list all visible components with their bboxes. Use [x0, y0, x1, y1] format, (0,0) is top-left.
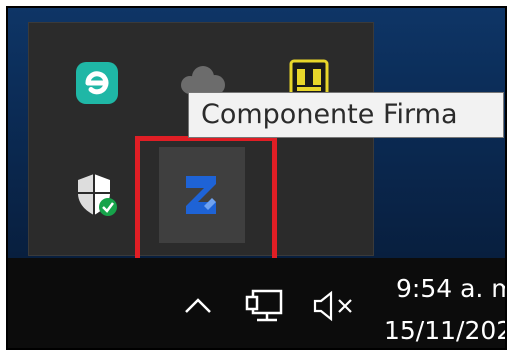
clock-date: 15/11/2022: [384, 316, 505, 345]
chevron-up-icon: [185, 298, 211, 313]
tray-icon-windows-security[interactable]: [57, 155, 137, 235]
componente-firma-icon: [186, 176, 216, 214]
tooltip: Componente Firma: [188, 92, 504, 138]
hidden-icons-flyout: [28, 22, 374, 256]
volume-muted-icon: [313, 290, 352, 322]
network-button[interactable]: [242, 284, 290, 328]
windows-security-shield-icon: [78, 174, 117, 216]
clock-time: 9:54 a. m.: [396, 274, 505, 303]
eset-icon: [76, 62, 118, 104]
volume-button[interactable]: [308, 284, 364, 328]
tray-icon-eset[interactable]: [57, 43, 137, 123]
show-hidden-icons-button[interactable]: [178, 286, 218, 326]
network-icon: [245, 289, 283, 322]
taskbar: 9:54 a. m. 15/11/2022: [8, 258, 505, 348]
tray-icon-componente-firma[interactable]: [159, 147, 245, 243]
screenshot-frame: Componente Firma 9:54 a. m. 15/11/2: [6, 6, 507, 350]
